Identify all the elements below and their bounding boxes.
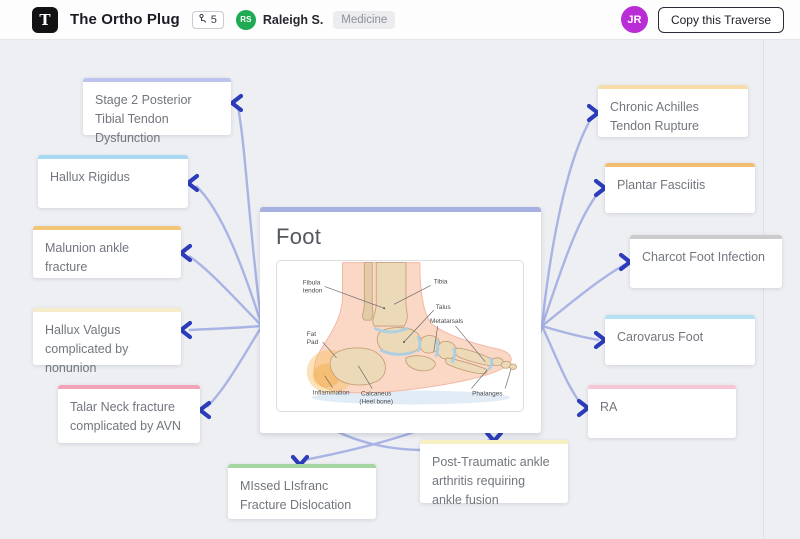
phalanx-3 [510,364,517,370]
label-metatarsals: Metatarsals [430,318,463,325]
calcaneus-bone [330,348,385,385]
node-label: MIssed LIsfranc Fracture Dislocation [240,477,364,515]
node-label: Hallux Valgus complicated by nonunion [45,321,169,377]
node-label: Chronic Achilles Tendon Rupture [610,98,736,136]
arrowhead-plantar [596,181,605,195]
label-calcaneus-line2: (Heel bone) [359,398,393,405]
arrowhead-charcot [621,255,630,269]
arrowhead-malunion [181,246,190,260]
author-avatar: RS [236,10,256,30]
node-label: Hallux Rigidus [50,168,176,187]
copy-traverse-button[interactable]: Copy this Traverse [658,7,784,33]
edge-to-hallux-rigidus [196,186,262,326]
foot-card-title: Foot [276,224,525,250]
top-bar: T The Ortho Plug 5 RS Raleigh S. Medicin… [0,0,800,40]
arrowhead-hallux-valgus [181,323,190,337]
edge-to-ra [542,326,581,404]
pointer-dot-fibula [383,307,385,309]
user-initials: JR [627,14,641,26]
arrowhead-achilles [589,106,598,120]
label-phalanges: Phalanges [472,391,502,398]
pointer-dot-talus [403,341,405,343]
foot-anatomy-diagram: Fibula tendon Tibia Talus Metatarsals Fa… [276,260,524,412]
user-avatar[interactable]: JR [621,6,648,33]
node-label: Talar Neck fracture complicated by AVN [70,398,188,436]
node-label: Stage 2 Posterior Tibial Tendon Dysfunct… [95,91,219,147]
traverse-count-badge: 5 [192,11,224,29]
node-label: Post-Traumatic ankle arthritis requiring… [432,453,556,509]
traverse-count: 5 [211,14,217,26]
category-tag: Medicine [333,11,395,29]
node-chronic-achilles-tendon-rupture[interactable]: Chronic Achilles Tendon Rupture [598,85,748,137]
label-inflammation: Inflammation [313,390,350,397]
node-malunion-ankle-fracture[interactable]: Malunion ankle fracture [33,226,181,278]
app-logo-letter: T [39,11,50,29]
center-node-foot[interactable]: Foot [260,207,541,433]
tibia-bone [373,263,407,326]
label-tibia: Tibia [434,278,448,285]
label-calcaneus-line1: Calcaneus [361,391,391,398]
graph-canvas[interactable]: Stage 2 Posterior Tibial Tendon Dysfunct… [0,40,800,539]
label-fat-line2: Pad [307,339,319,346]
fibula-bone [363,263,373,321]
node-talar-neck-fracture-avn[interactable]: Talar Neck fracture complicated by AVN [58,385,200,443]
edge-to-talar-neck [207,326,262,407]
node-label: Plantar Fasciitis [617,176,743,195]
edge-to-hallux-valgus [189,326,262,330]
app-logo[interactable]: T [32,7,58,33]
arrowhead-stage2 [232,96,241,110]
node-carovarus-foot[interactable]: Carovarus Foot [605,315,755,365]
node-hallux-rigidus[interactable]: Hallux Rigidus [38,155,188,208]
app-title: The Ortho Plug [70,11,180,28]
node-post-traumatic-ankle-arthritis[interactable]: Post-Traumatic ankle arthritis requiring… [420,440,568,503]
node-label: Carovarus Foot [617,328,743,347]
node-label: Charcot Foot Infection [642,248,770,267]
node-plantar-fasciitis[interactable]: Plantar Fasciitis [605,163,755,213]
edge-to-carovarus [542,326,599,340]
arrowhead-hallux-rigidus [188,176,197,190]
label-fibula-line2: tendon [303,287,323,294]
node-label: RA [600,398,724,417]
node-stage2-posterior-tibial-tendon-dysfunction[interactable]: Stage 2 Posterior Tibial Tendon Dysfunct… [83,78,231,135]
label-talus: Talus [436,304,451,311]
author-initials: RS [240,15,251,24]
foot-anatomy-illustration: Fibula tendon Tibia Talus Metatarsals Fa… [277,262,523,410]
traverse-icon [199,14,208,25]
label-fibula-line1: Fibula [303,279,321,286]
node-label: Malunion ankle fracture [45,239,169,277]
author-name: Raleigh S. [263,13,323,27]
arrowhead-talar-neck [200,403,209,417]
node-charcot-foot-infection[interactable]: Charcot Foot Infection [630,235,782,288]
node-ra[interactable]: RA [588,385,736,438]
edge-to-achilles [542,117,592,326]
node-missed-lisfranc-fracture-dislocation[interactable]: MIssed LIsfranc Fracture Dislocation [228,464,376,519]
node-hallux-valgus-nonunion[interactable]: Hallux Valgus complicated by nonunion [33,308,181,365]
arrowhead-ra [579,401,588,415]
label-fat-line1: Fat [307,331,317,338]
